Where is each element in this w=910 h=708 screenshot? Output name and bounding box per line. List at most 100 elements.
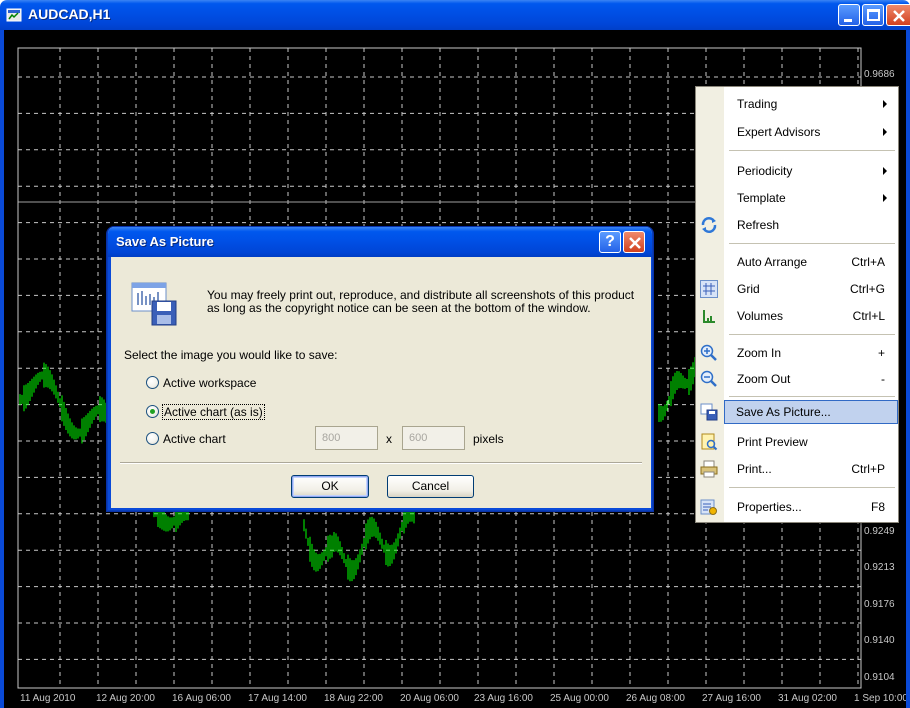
image-select-prompt: Select the image you would like to save: <box>124 348 338 362</box>
submenu-arrow-icon <box>883 100 887 108</box>
radio-active-chart[interactable] <box>146 432 159 445</box>
menu-item-label: Save As Picture... <box>736 405 831 419</box>
date-axis-label: 18 Aug 22:00 <box>324 693 383 704</box>
menu-item-label: Zoom In <box>737 346 782 360</box>
cancel-button[interactable]: Cancel <box>387 475 474 498</box>
menu-item-template[interactable]: Template <box>697 186 897 210</box>
menu-item-label: Periodicity <box>737 164 793 178</box>
times-label: x <box>386 432 392 446</box>
close-button[interactable] <box>886 4 910 26</box>
width-input[interactable]: 800 <box>315 426 378 450</box>
menu-item-shortcut: - <box>881 372 885 386</box>
price-axis-label: 0.9176 <box>864 599 895 610</box>
save-picture-icon <box>131 282 177 326</box>
menu-item-label: Refresh <box>737 218 780 232</box>
date-axis-label: 31 Aug 02:00 <box>778 693 837 704</box>
date-axis-label: 17 Aug 14:00 <box>248 693 307 704</box>
minimize-button[interactable] <box>838 4 860 26</box>
dialog-border-bottom <box>108 508 652 510</box>
radio-label-active-chart-as-is[interactable]: Active chart (as is) <box>162 404 265 420</box>
menu-separator <box>729 334 895 335</box>
window-border-right <box>906 30 910 708</box>
menu-item-label: Grid <box>737 282 760 296</box>
menu-item-print-preview[interactable]: Print Preview <box>697 430 897 454</box>
save-picture-icon-cell[interactable] <box>697 400 724 424</box>
menu-item-label: Volumes <box>737 309 784 323</box>
menu-separator <box>729 243 895 244</box>
menu-item-shortcut: Ctrl+P <box>851 462 885 476</box>
menu-item-zoom-out[interactable]: Zoom Out - <box>697 367 897 391</box>
height-input[interactable]: 600 <box>402 426 465 450</box>
maximize-button[interactable] <box>862 4 884 26</box>
radio-label-active-chart[interactable]: Active chart <box>163 432 226 446</box>
date-axis-label: 12 Aug 20:00 <box>96 693 155 704</box>
dialog-close-button[interactable] <box>623 231 645 253</box>
radio-active-chart-as-is[interactable] <box>146 405 159 418</box>
dialog-border-left <box>108 257 111 510</box>
refresh-icon <box>701 217 717 233</box>
menu-separator <box>729 487 895 488</box>
menu-item-refresh[interactable]: Refresh <box>697 213 897 237</box>
ok-button[interactable]: OK <box>291 475 369 498</box>
print-preview-icon <box>701 433 718 451</box>
maximize-icon <box>867 9 880 21</box>
help-button[interactable]: ? <box>599 231 621 253</box>
chart-context-menu: Trading Expert Advisors Periodicity Temp… <box>695 86 899 523</box>
menu-separator <box>729 150 895 151</box>
chart-window-icon <box>6 8 22 22</box>
menu-item-label: Print... <box>737 462 772 476</box>
window-titlebar[interactable]: AUDCAD,H1 <box>0 0 910 30</box>
grid-icon <box>700 280 718 298</box>
menu-item-auto-arrange[interactable]: Auto Arrange Ctrl+A <box>697 250 897 274</box>
radio-active-workspace[interactable] <box>146 376 159 389</box>
price-axis-label: 0.9104 <box>864 672 895 683</box>
menu-item-periodicity[interactable]: Periodicity <box>697 159 897 183</box>
menu-item-grid[interactable]: Grid Ctrl+G <box>697 277 897 301</box>
menu-item-zoom-in[interactable]: Zoom In + <box>697 341 897 365</box>
menu-item-label: Zoom Out <box>737 372 791 386</box>
pixels-label: pixels <box>473 432 504 446</box>
date-axis-label: 27 Aug 16:00 <box>702 693 761 704</box>
price-axis-label: 0.9213 <box>864 562 895 573</box>
printer-icon <box>700 460 718 478</box>
minimize-icon <box>844 19 852 22</box>
copyright-message: You may freely print out, reproduce, and… <box>207 288 635 315</box>
dialog-titlebar[interactable]: Save As Picture ? <box>108 227 652 257</box>
menu-item-label: Auto Arrange <box>737 255 808 269</box>
submenu-arrow-icon <box>883 194 887 202</box>
menu-item-volumes[interactable]: Volumes Ctrl+L <box>697 304 897 328</box>
menu-item-trading[interactable]: Trading <box>697 92 897 116</box>
date-axis-label: 26 Aug 08:00 <box>626 693 685 704</box>
menu-item-shortcut: Ctrl+A <box>851 255 885 269</box>
zoom-in-icon <box>700 344 717 361</box>
menu-item-properties[interactable]: Properties... F8 <box>697 495 897 519</box>
submenu-arrow-icon <box>883 167 887 175</box>
menu-item-shortcut: Ctrl+L <box>852 309 885 323</box>
save-as-picture-dialog: Save As Picture ? You may freely print o… <box>107 227 653 511</box>
window-title: AUDCAD,H1 <box>28 6 111 22</box>
close-icon <box>629 237 641 249</box>
properties-icon <box>700 499 717 515</box>
menu-item-label: Template <box>737 191 786 205</box>
save-picture-icon <box>700 403 718 421</box>
menu-item-shortcut: F8 <box>870 500 885 514</box>
price-axis-label: 0.9249 <box>864 526 895 537</box>
menu-separator <box>729 396 895 397</box>
volumes-icon <box>703 310 715 323</box>
date-axis-label: 20 Aug 06:00 <box>400 693 459 704</box>
menu-item-label: Print Preview <box>737 435 808 449</box>
dialog-title: Save As Picture <box>116 234 214 249</box>
menu-item-shortcut: + <box>877 346 885 360</box>
menu-item-shortcut: Ctrl+G <box>849 282 885 296</box>
menu-item-expert-advisors[interactable]: Expert Advisors <box>697 120 897 144</box>
price-axis-label: 0.9686 <box>864 69 895 80</box>
date-axis-label: 1 Sep 10:00 <box>854 693 908 704</box>
dialog-separator <box>120 462 642 464</box>
menu-item-print[interactable]: Print... Ctrl+P <box>697 457 897 481</box>
close-icon <box>893 10 905 22</box>
radio-label-active-workspace[interactable]: Active workspace <box>163 376 256 390</box>
zoom-out-icon <box>700 370 717 387</box>
date-axis-label: 11 Aug 2010 <box>20 693 76 704</box>
price-axis-label: 0.9140 <box>864 635 895 646</box>
menu-item-save-as-picture[interactable]: Save As Picture... <box>724 400 898 424</box>
